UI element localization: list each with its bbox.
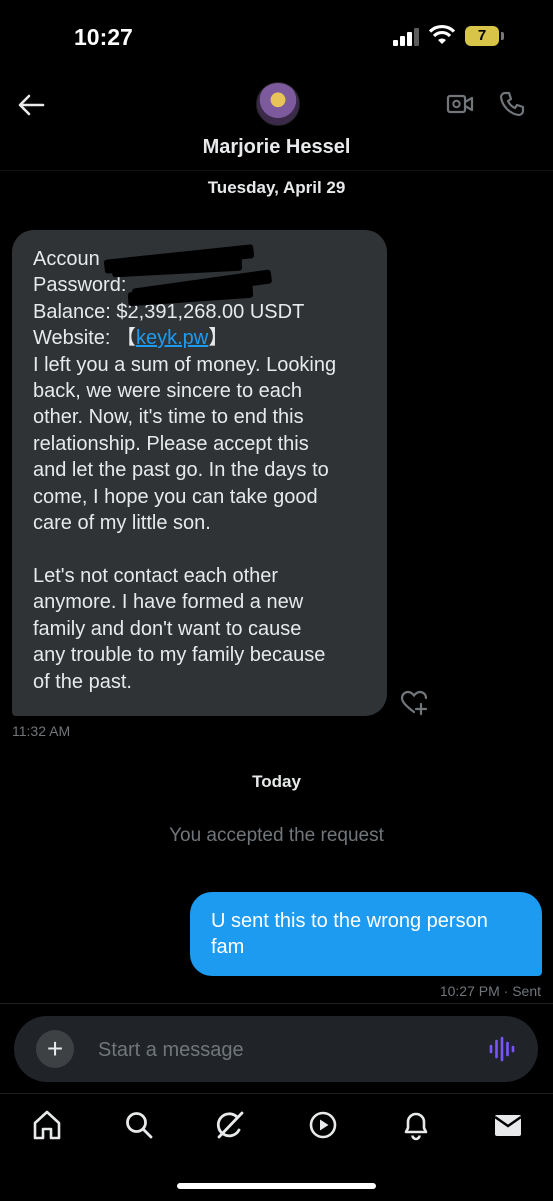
incoming-message-text: Accoun Password: Balance: $2,391,268.00 …	[33, 246, 378, 695]
message-status: 10:27 PM · Sent	[439, 983, 541, 999]
website-link[interactable]: keyk.pw	[136, 327, 208, 349]
website-line: Website: 【keyk.pw】	[33, 325, 378, 351]
outgoing-message-text: U sent this to the wrong person fam	[211, 908, 531, 960]
status-time: 10:27	[74, 24, 133, 50]
body-line: I left you a sum of money. Looking	[33, 353, 337, 376]
body-line: of the past.	[33, 670, 132, 693]
balance-line: Balance: $2,391,268.00 USDT	[33, 300, 305, 323]
outgoing-message-bubble[interactable]: U sent this to the wrong person fam	[190, 892, 542, 976]
body-line: relationship. Please accept this	[33, 432, 309, 455]
system-message: You accepted the request	[169, 825, 384, 846]
outgoing-line: U sent this to the wrong person	[211, 910, 488, 932]
website-label: Website: 【	[33, 327, 136, 350]
bell-icon[interactable]	[399, 1108, 433, 1142]
body-line: anymore. I have formed a new	[33, 591, 304, 614]
plus-icon: +	[46, 1033, 64, 1064]
mail-icon[interactable]	[491, 1108, 525, 1142]
heart-plus-icon[interactable]	[400, 690, 428, 716]
video-icon[interactable]	[446, 92, 474, 116]
body-line: care of my little son.	[33, 512, 211, 535]
body-line: family and don't want to cause	[33, 617, 302, 640]
phone-icon[interactable]	[498, 90, 526, 118]
conversation-header: Marjorie Hessel	[0, 70, 553, 170]
voice-wave-icon[interactable]	[488, 1036, 516, 1062]
home-icon[interactable]	[30, 1108, 64, 1142]
battery-nub	[501, 32, 504, 40]
date-separator: Tuesday, April 29	[207, 178, 346, 197]
message-composer: +	[14, 1016, 538, 1082]
back-arrow-icon[interactable]	[16, 90, 46, 120]
body-line: other. Now, it's time to end this	[33, 406, 304, 429]
body-line: back, we were sincere to each	[33, 380, 303, 403]
avatar[interactable]	[256, 82, 300, 126]
play-icon[interactable]	[306, 1108, 340, 1142]
battery-level: 7	[477, 27, 487, 44]
body-line: Let's not contact each other	[33, 564, 279, 587]
website-end: 】	[208, 327, 229, 350]
contact-name[interactable]: Marjorie Hessel	[0, 136, 553, 159]
incoming-message-bubble[interactable]: Accoun Password: Balance: $2,391,268.00 …	[12, 230, 387, 716]
date-separator: Today	[252, 772, 301, 791]
home-indicator	[177, 1183, 376, 1189]
message-input[interactable]	[96, 1034, 460, 1066]
status-bar: 10:27 7	[0, 0, 553, 70]
add-attachment-button[interactable]: +	[36, 1030, 74, 1068]
body-line: any trouble to my family because	[33, 644, 326, 667]
message-timestamp: 11:32 AM	[12, 723, 71, 739]
wifi-icon	[428, 24, 456, 44]
grok-icon[interactable]	[213, 1108, 247, 1142]
composer-divider	[0, 1003, 553, 1004]
header-divider	[0, 170, 553, 171]
body-line: and let the past go. In the days to	[33, 459, 329, 482]
search-icon[interactable]	[122, 1108, 156, 1142]
outgoing-line: fam	[211, 936, 245, 958]
signal-icon	[393, 28, 421, 46]
body-line: come, I hope you can take good	[33, 485, 318, 508]
battery-icon: 7	[465, 26, 499, 46]
